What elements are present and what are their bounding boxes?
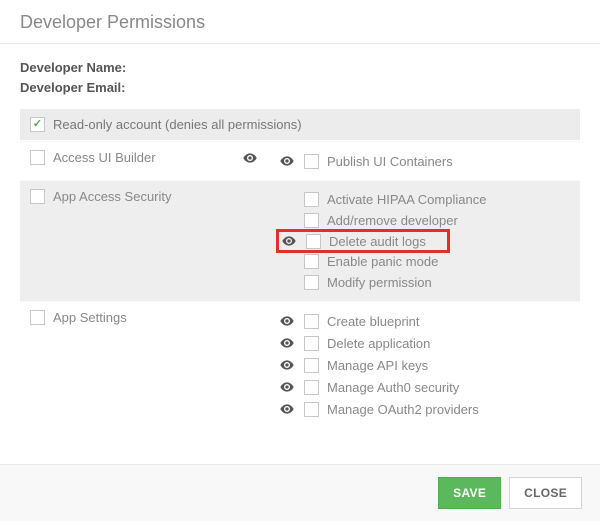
permission-label: Publish UI Containers (327, 154, 453, 169)
permission-group: Access UI Builder Publish UI Containers (20, 141, 580, 180)
eye-icon (279, 401, 295, 417)
eye-icon (279, 313, 295, 329)
eye-slot (278, 335, 296, 351)
eye-slot (278, 379, 296, 395)
developer-name-label: Developer Name: (20, 58, 580, 78)
checkbox[interactable] (304, 336, 319, 351)
permission-group-header[interactable]: Access UI Builder (20, 142, 268, 180)
checkbox[interactable] (304, 358, 319, 373)
permission-row[interactable]: Delete audit logs (278, 231, 448, 251)
permission-label: Activate HIPAA Compliance (327, 192, 486, 207)
group-label: App Settings (53, 310, 127, 325)
eye-icon (281, 233, 297, 249)
group-label: Access UI Builder (53, 150, 156, 165)
permission-label: Manage OAuth2 providers (327, 402, 479, 417)
checkbox[interactable] (304, 314, 319, 329)
permission-group-header[interactable]: App Settings (20, 302, 268, 428)
eye-icon (279, 357, 295, 373)
checkbox[interactable] (304, 254, 319, 269)
checkbox[interactable] (304, 402, 319, 417)
permission-group-items: Create blueprint Delete application Manage… (268, 302, 580, 428)
permission-row[interactable]: Manage OAuth2 providers (278, 398, 570, 420)
permission-row[interactable]: Modify permission (278, 272, 570, 293)
close-button[interactable]: CLOSE (509, 477, 582, 509)
permission-label: Manage Auth0 security (327, 380, 459, 395)
permission-label: Enable panic mode (327, 254, 438, 269)
permission-row[interactable]: Delete application (278, 332, 570, 354)
permission-row[interactable]: Manage API keys (278, 354, 570, 376)
permission-group: App Settings Create blueprint Delete appli… (20, 301, 580, 428)
developer-info: Developer Name: Developer Email: (20, 58, 580, 97)
permission-row[interactable]: Add/remove developer (278, 210, 570, 231)
group-label: App Access Security (53, 189, 172, 204)
developer-email-label: Developer Email: (20, 78, 580, 98)
permissions-panel: Read-only account (denies all permission… (20, 109, 580, 454)
checkbox[interactable] (30, 310, 45, 325)
eye-slot (278, 401, 296, 417)
eye-icon (242, 150, 258, 166)
permission-row[interactable]: Publish UI Containers (278, 150, 570, 172)
eye-slot (278, 153, 296, 169)
checkbox[interactable] (304, 154, 319, 169)
checkbox[interactable] (304, 380, 319, 395)
checkbox[interactable] (30, 150, 45, 165)
checkbox[interactable] (30, 117, 45, 132)
permission-group-items: Activate HIPAA Compliance Add/remove deve… (268, 181, 580, 301)
permission-row[interactable]: Activate HIPAA Compliance (278, 189, 570, 210)
permission-group: App Access Security Activate HIPAA Compli… (20, 180, 580, 301)
checkbox[interactable] (304, 213, 319, 228)
permission-label: Manage API keys (327, 358, 428, 373)
dialog-title: Developer Permissions (0, 0, 600, 44)
permission-label: Modify permission (327, 275, 432, 290)
permission-group-items: Publish UI Containers (268, 142, 580, 180)
save-button[interactable]: SAVE (438, 477, 501, 509)
permission-label: Add/remove developer (327, 213, 458, 228)
eye-icon (279, 379, 295, 395)
checkbox[interactable] (304, 275, 319, 290)
permission-row[interactable]: Enable panic mode (278, 251, 570, 272)
eye-slot (278, 313, 296, 329)
permission-group-header[interactable]: App Access Security (20, 181, 268, 301)
dialog-footer: SAVE CLOSE (0, 464, 600, 521)
dialog-body: Developer Name: Developer Email: Read-on… (0, 44, 600, 464)
permission-row[interactable]: Create blueprint (278, 310, 570, 332)
readonly-account-row[interactable]: Read-only account (denies all permission… (20, 109, 580, 141)
readonly-label: Read-only account (denies all permission… (53, 117, 302, 132)
permissions-scroll[interactable]: Read-only account (denies all permission… (20, 109, 580, 454)
checkbox[interactable] (304, 192, 319, 207)
eye-icon (279, 153, 295, 169)
permission-label: Delete application (327, 336, 430, 351)
eye-icon (279, 335, 295, 351)
checkbox[interactable] (306, 234, 321, 249)
permission-label: Create blueprint (327, 314, 420, 329)
checkbox[interactable] (30, 189, 45, 204)
eye-slot (280, 233, 298, 249)
permission-label: Delete audit logs (329, 234, 426, 249)
eye-slot (278, 357, 296, 373)
permission-row[interactable]: Manage Auth0 security (278, 376, 570, 398)
